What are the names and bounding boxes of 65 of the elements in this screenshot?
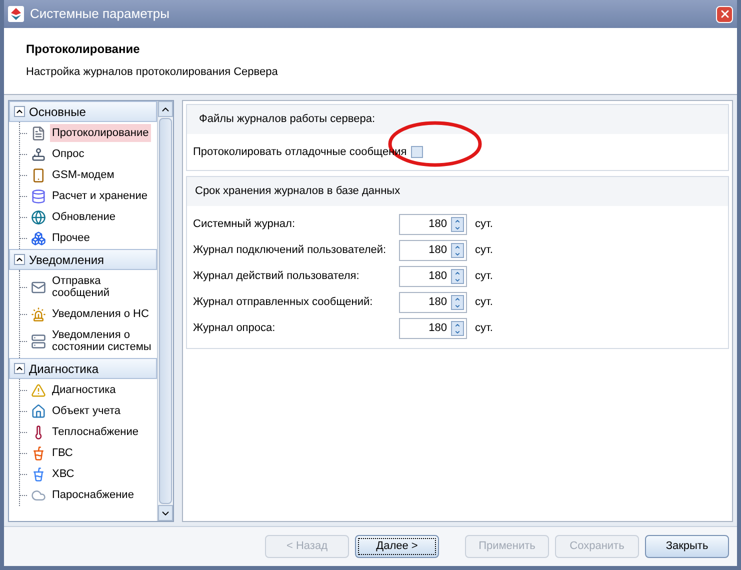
unit-label: сут. <box>475 243 493 258</box>
tree-item[interactable]: Расчет и хранение <box>50 187 150 205</box>
tree-item[interactable]: Пароснабжение <box>50 486 136 504</box>
joystick-icon <box>31 146 46 162</box>
tree-item[interactable]: ГВС <box>50 444 75 462</box>
alarm-icon <box>31 306 46 322</box>
scrollbar[interactable] <box>157 101 173 521</box>
number-spinner[interactable]: 180 <box>399 318 467 339</box>
cloud-icon <box>31 488 46 502</box>
unit-label: сут. <box>475 217 493 232</box>
tree-item[interactable]: Объект учета <box>50 402 123 420</box>
cup-icon <box>31 466 46 482</box>
section-title: Файлы журналов работы сервера: <box>187 105 728 134</box>
spin-icon[interactable] <box>451 217 464 232</box>
dialog-button[interactable]: Закрыть <box>645 535 729 558</box>
number-spinner[interactable]: 180 <box>399 214 467 235</box>
tree-item[interactable]: Уведомления о НС <box>50 305 151 323</box>
tree-item[interactable]: Отправка сообщений <box>50 272 157 302</box>
group-header[interactable]: Основные <box>9 101 157 122</box>
group-header[interactable]: Диагностика <box>9 358 157 379</box>
number-spinner[interactable]: 180 <box>399 266 467 287</box>
unit-label: сут. <box>475 269 493 284</box>
document-icon <box>31 126 46 140</box>
unit-label: сут. <box>475 295 493 310</box>
globe-icon <box>31 210 46 224</box>
tree-item[interactable]: Обновление <box>50 208 118 226</box>
checkbox[interactable] <box>410 146 423 158</box>
field-label: Журнал подключений пользователей: <box>193 243 388 258</box>
spin-icon[interactable] <box>451 269 464 284</box>
house-icon <box>31 404 46 418</box>
collapse-icon[interactable] <box>14 254 25 265</box>
tree-item[interactable]: Уведомления о состоянии системы <box>50 326 157 356</box>
app-logo-icon <box>8 6 24 22</box>
unit-label: сут. <box>475 321 493 336</box>
collapse-icon[interactable] <box>14 106 25 117</box>
spin-icon[interactable] <box>451 321 464 336</box>
warning-icon <box>31 382 46 398</box>
field-label: Журнал действий пользователя: <box>193 269 360 284</box>
tree-item[interactable]: Теплоснабжение <box>50 423 141 441</box>
tree-item[interactable]: ХВС <box>50 465 76 483</box>
field-label: Журнал отправленных сообщений: <box>193 295 374 310</box>
server-icon <box>31 334 46 348</box>
section-title: Срок хранения журналов в базе данных <box>187 177 728 206</box>
cup-icon <box>31 446 46 460</box>
tree-item[interactable]: GSM-модем <box>50 166 116 184</box>
database-icon <box>31 188 46 204</box>
tree-item[interactable]: Опрос <box>50 145 86 163</box>
number-spinner[interactable]: 180 <box>399 240 467 261</box>
field-label: Журнал опроса: <box>193 321 276 336</box>
spin-icon[interactable] <box>451 295 464 310</box>
mail-icon <box>31 280 46 294</box>
page-subtitle: Настройка журналов протоколирования Сервера <box>26 65 279 80</box>
phone-icon <box>31 168 46 182</box>
collapse-icon[interactable] <box>14 363 25 374</box>
tree-item[interactable]: Прочее <box>50 229 92 247</box>
window-title: Системные параметры <box>30 5 170 24</box>
page-title: Протоколирование <box>26 41 141 58</box>
tree-item[interactable]: Диагностика <box>50 381 118 399</box>
group-header[interactable]: Уведомления <box>9 249 157 270</box>
tree-item[interactable]: Протоколирование <box>50 124 151 142</box>
blocks-icon <box>31 230 46 246</box>
spin-icon[interactable] <box>451 243 464 258</box>
dialog-button[interactable]: Далее > <box>355 535 439 558</box>
field-label: Системный журнал: <box>193 217 296 232</box>
number-spinner[interactable]: 180 <box>399 292 467 313</box>
